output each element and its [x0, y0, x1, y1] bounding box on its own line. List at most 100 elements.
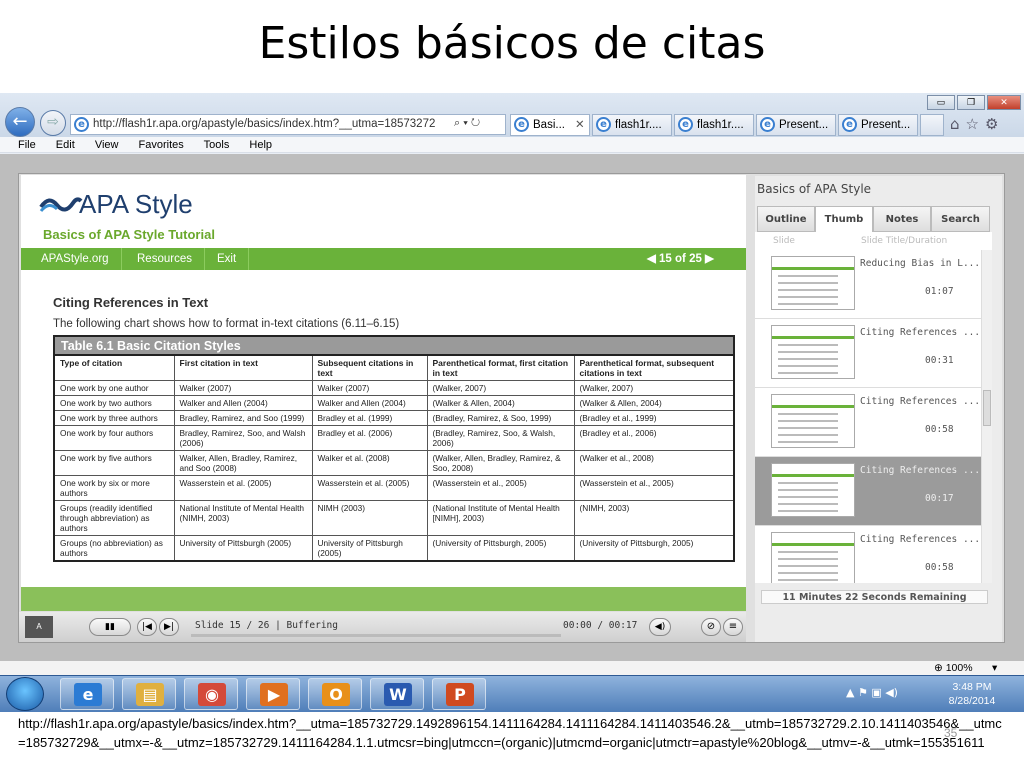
taskbar-app-media[interactable]: ▶	[246, 678, 300, 710]
tab-outline[interactable]: Outline	[757, 206, 815, 232]
col-header: Parenthetical format, subsequent citatio…	[573, 354, 735, 381]
menu-favorites[interactable]: Favorites	[139, 139, 184, 151]
sidebar-scrollbar[interactable]	[981, 250, 992, 583]
scroll-thumb[interactable]	[983, 390, 991, 426]
ie-tab-icon: e	[760, 117, 775, 132]
taskbar-app-explorer[interactable]: ▤	[122, 678, 176, 710]
next-slide-button[interactable]: ▶|	[159, 618, 179, 636]
thumbnail-item[interactable]: Reducing Bias in L... 01:07	[755, 250, 981, 319]
table-body: One work by one author Walker (2007) Walke…	[53, 380, 735, 562]
taskbar-app-chrome[interactable]: ◉	[184, 678, 238, 710]
close-tab-icon[interactable]: ✕	[575, 115, 585, 135]
new-tab-button[interactable]	[920, 114, 944, 136]
table-cell: Walker, Allen, Bradley, Ramirez, and Soo…	[173, 450, 313, 476]
menu-icon[interactable]: ≡	[723, 618, 743, 636]
thumbnail-title: Reducing Bias in L...	[860, 258, 981, 269]
zoom-level[interactable]: ⊕ 100%	[934, 661, 973, 675]
col-header: Type of citation	[53, 354, 175, 381]
tab-active[interactable]: e Basi... ✕	[510, 114, 590, 136]
course-nav-bar: APAStyle.org Resources Exit ◀ 15 of 25 ▶	[21, 248, 746, 270]
table-cell: One work by six or more authors	[53, 475, 175, 501]
player-time: 00:00 / 00:17	[563, 620, 638, 631]
pause-button[interactable]: ▮▮	[89, 618, 131, 636]
slide-title: Estilos básicos de citas	[258, 18, 766, 69]
table-cell: One work by four authors	[53, 425, 175, 451]
forward-button[interactable]: ⇨	[40, 110, 66, 136]
table-caption: Table 6.1 Basic Citation Styles	[53, 335, 735, 354]
tab-search[interactable]: Search	[931, 206, 990, 232]
toolbar-icons[interactable]: ⌂☆⚙	[950, 115, 1004, 133]
minimize-button[interactable]: ▭	[927, 95, 955, 110]
thumbnail-title: Citing References ...	[860, 327, 981, 338]
menu-edit[interactable]: Edit	[56, 139, 75, 151]
media-icon: ▶	[260, 683, 288, 706]
table-cell: (Walker & Allen, 2004)	[426, 395, 575, 411]
address-controls[interactable]: ⌕ ▾ ↻	[454, 117, 480, 130]
table-row: One work by one author Walker (2007) Walke…	[53, 380, 735, 396]
taskbar-app-word[interactable]: W	[370, 678, 424, 710]
tab-notes[interactable]: Notes	[873, 206, 931, 232]
taskbar-app-outlook[interactable]: O	[308, 678, 362, 710]
time-remaining: 11 Minutes 22 Seconds Remaining	[761, 590, 988, 604]
menu-view[interactable]: View	[95, 139, 119, 151]
page-content: APA Style Basics of APA Style Tutorial A…	[0, 154, 1024, 661]
close-window-button[interactable]: ✕	[987, 95, 1021, 110]
thumbnail-item[interactable]: Citing References ... 00:31	[755, 319, 981, 388]
start-button[interactable]	[6, 677, 44, 711]
tab-3[interactable]: e flash1r....	[674, 114, 754, 136]
thumbnail-item[interactable]: Citing References ... 00:58	[755, 388, 981, 457]
explorer-icon: ▤	[136, 683, 164, 706]
taskbar-app-ie[interactable]: e	[60, 678, 114, 710]
thumbnail-item[interactable]: Citing References ... 00:58	[755, 526, 981, 583]
windows-taskbar: e ▤ ◉ ▶ O W P ▲ ⚑ ▣ ◀) 3:48 PM 8/28/2014	[0, 675, 1024, 712]
ie-tab-icon: e	[596, 117, 611, 132]
ie-icon: e	[74, 683, 102, 706]
tab-label: Basi...	[533, 119, 565, 131]
progress-track[interactable]	[191, 634, 561, 637]
menu-file[interactable]: File	[18, 139, 36, 151]
favorites-star-icon[interactable]: ☆	[966, 115, 985, 133]
zoom-dropdown-icon[interactable]: ▾	[992, 661, 997, 675]
home-icon[interactable]: ⌂	[950, 115, 966, 133]
thumbnail-item[interactable]: Citing References ... 00:17	[755, 457, 981, 526]
nav-apastyle-org[interactable]: APAStyle.org	[29, 248, 122, 270]
menu-help[interactable]: Help	[249, 139, 272, 151]
slide-thumbnail	[771, 532, 855, 583]
back-button[interactable]: ←	[5, 107, 35, 137]
sidebar-column-header: Slide Slide Title/Duration	[755, 232, 992, 250]
table-row: One work by two authors Walker and Allen …	[53, 395, 735, 411]
status-bar: ⊕ 100% ▾	[0, 661, 1024, 675]
menu-tools[interactable]: Tools	[204, 139, 230, 151]
table-cell: (Wasserstein et al., 2005)	[426, 475, 575, 501]
attachment-icon[interactable]: ⊘	[701, 618, 721, 636]
maximize-button[interactable]: ❐	[957, 95, 985, 110]
table-cell: Walker and Allen (2004)	[311, 395, 428, 411]
taskbar-app-powerpoint[interactable]: P	[432, 678, 486, 710]
thumbnail-list: Reducing Bias in L... 01:07 Citing Referen…	[755, 250, 981, 583]
tab-5[interactable]: e Present...	[838, 114, 918, 136]
volume-icon[interactable]: ◀)	[649, 618, 671, 636]
thumbnail-duration: 00:58	[925, 424, 954, 435]
source-url: http://flash1r.apa.org/apastyle/basics/i…	[18, 716, 1002, 750]
clock-time: 3:48 PM	[952, 681, 992, 693]
table-cell: (Walker & Allen, 2004)	[573, 395, 735, 411]
tab-2[interactable]: e flash1r....	[592, 114, 672, 136]
address-bar[interactable]: e http://flash1r.apa.org/apastyle/basics…	[70, 114, 506, 135]
table-cell: Groups (readily identified through abbre…	[53, 500, 175, 536]
tab-thumb[interactable]: Thumb	[815, 206, 873, 232]
tab-4[interactable]: e Present...	[756, 114, 836, 136]
previous-slide-button[interactable]: |◀	[137, 618, 157, 636]
nav-resources[interactable]: Resources	[125, 248, 205, 270]
system-tray-icons[interactable]: ▲ ⚑ ▣ ◀)	[846, 686, 898, 699]
table-row: One work by three authors Bradley, Ramire…	[53, 410, 735, 426]
nav-exit[interactable]: Exit	[205, 248, 250, 270]
clock[interactable]: 3:48 PM 8/28/2014	[942, 680, 1002, 708]
chrome-icon: ◉	[198, 683, 226, 706]
table-cell: One work by two authors	[53, 395, 175, 411]
player-status: Slide 15 / 26 | Buffering	[195, 620, 338, 631]
slide-counter[interactable]: ◀ 15 of 25 ▶	[647, 248, 714, 270]
sidebar-title: Basics of APA Style	[757, 182, 872, 196]
table-cell: Bradley, Ramirez, Soo, and Walsh (2006)	[173, 425, 313, 451]
thumbnail-title: Citing References ...	[860, 396, 981, 407]
tools-gear-icon[interactable]: ⚙	[985, 115, 1004, 133]
